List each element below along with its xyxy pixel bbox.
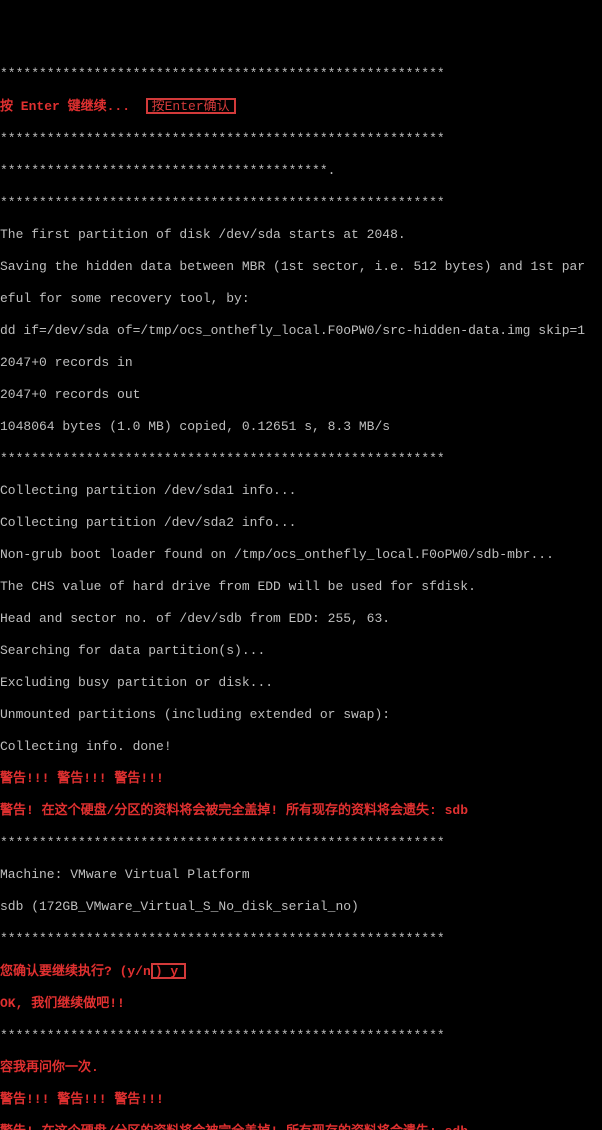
nongrub-loader: Non-grub boot loader found on /tmp/ocs_o… xyxy=(0,547,602,563)
confirm-row-1[interactable]: 您确认要继续执行? (y/n ) y xyxy=(0,963,602,980)
collect-sda1: Collecting partition /dev/sda1 info... xyxy=(0,483,602,499)
warning-message: 警告! 在这个硬盘/分区的资料将会被完全盖掉! 所有现存的资料将会遗失: sdb xyxy=(0,803,602,819)
annotation-enter-hint: 按Enter确认 xyxy=(146,98,236,114)
excluding-busy: Excluding busy partition or disk... xyxy=(0,675,602,691)
chs-value: The CHS value of hard drive from EDD wil… xyxy=(0,579,602,595)
stars-row: ****************************************… xyxy=(0,195,602,211)
ok-continue: OK, 我们继续做吧!! xyxy=(0,996,602,1012)
press-enter-text[interactable]: 按 Enter 键继续... xyxy=(0,99,130,114)
confirm-question: 您确认要继续执行? (y/n xyxy=(0,964,151,979)
warning-row: 警告!!! 警告!!! 警告!!! xyxy=(0,771,602,787)
dd-command: dd if=/dev/sda of=/tmp/ocs_onthefly_loca… xyxy=(0,323,602,339)
confirm-answer-box: ) y xyxy=(151,963,186,979)
disk-info: sdb (172GB_VMware_Virtual_S_No_disk_seri… xyxy=(0,899,602,915)
searching-partitions: Searching for data partition(s)... xyxy=(0,643,602,659)
warning-message: 警告! 在这个硬盘/分区的资料将会被完全盖掉! 所有现存的资料将会遗失: sdb xyxy=(0,1124,602,1130)
head-sector: Head and sector no. of /dev/sdb from EDD… xyxy=(0,611,602,627)
stars-row: ****************************************… xyxy=(0,66,602,82)
bytes-copied: 1048064 bytes (1.0 MB) copied, 0.12651 s… xyxy=(0,419,602,435)
records-out: 2047+0 records out xyxy=(0,387,602,403)
ask-again: 容我再问你一次. xyxy=(0,1060,602,1076)
partition-info: The first partition of disk /dev/sda sta… xyxy=(0,227,602,243)
collect-done: Collecting info. done! xyxy=(0,739,602,755)
collect-sda2: Collecting partition /dev/sda2 info... xyxy=(0,515,602,531)
stars-row: ****************************************… xyxy=(0,451,602,467)
records-in: 2047+0 records in xyxy=(0,355,602,371)
stars-row: ****************************************… xyxy=(0,1028,602,1044)
confirm-answer: ) y xyxy=(155,964,178,979)
stars-row: ****************************************… xyxy=(0,163,602,179)
warning-row: 警告!!! 警告!!! 警告!!! xyxy=(0,1092,602,1108)
stars-row: ****************************************… xyxy=(0,131,602,147)
stars-row: ****************************************… xyxy=(0,931,602,947)
save-hidden-data: Saving the hidden data between MBR (1st … xyxy=(0,259,602,275)
stars-row: ****************************************… xyxy=(0,835,602,851)
unmounted-partitions: Unmounted partitions (including extended… xyxy=(0,707,602,723)
press-enter-row: 按 Enter 键继续... 按Enter确认 xyxy=(0,98,602,115)
machine-info: Machine: VMware Virtual Platform xyxy=(0,867,602,883)
recovery-note: eful for some recovery tool, by: xyxy=(0,291,602,307)
